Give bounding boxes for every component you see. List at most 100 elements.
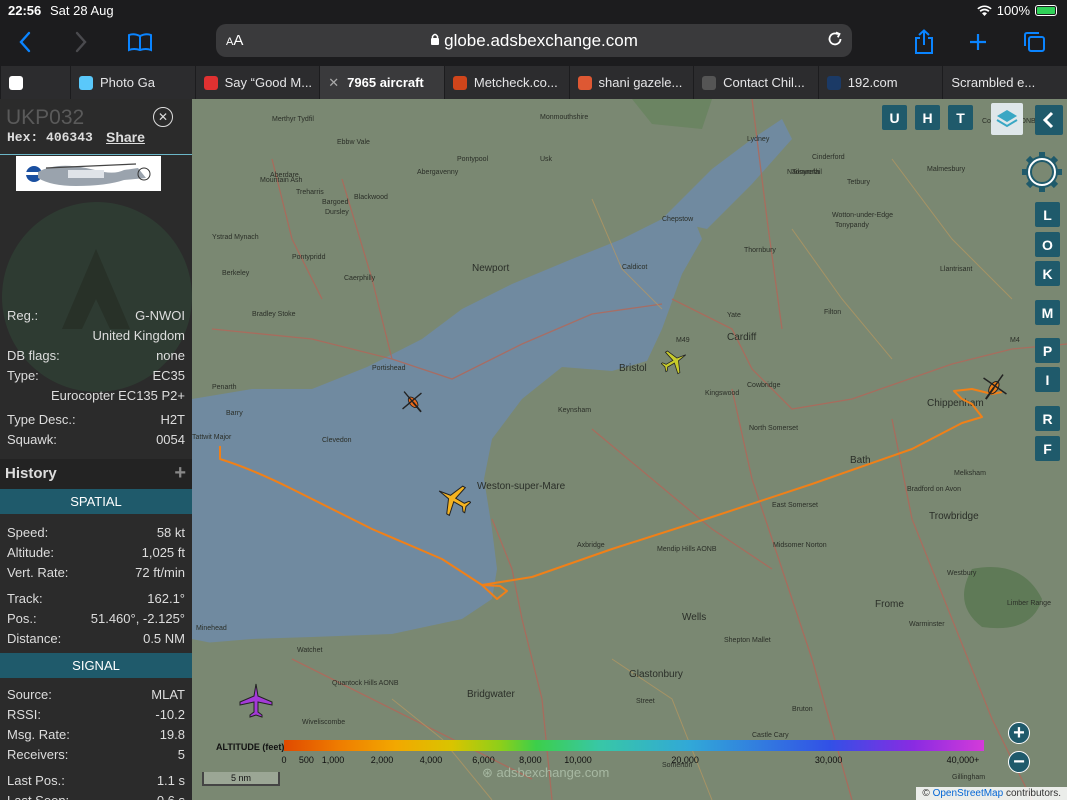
map-place-label: Quantock Hills AONB (332, 680, 399, 687)
map-place-label: M49 (676, 337, 690, 344)
selected-helicopter-marker[interactable] (978, 369, 1012, 403)
browser-tab[interactable]: Scrambled e... (942, 66, 1067, 99)
forward-button[interactable] (66, 28, 96, 56)
hex-value: 406343 (46, 130, 93, 145)
map-toggle-f[interactable]: F (1035, 436, 1060, 461)
map-place-label: Lydney (747, 136, 770, 143)
altitude-tick-label: 1,000 (321, 755, 345, 765)
map-place-label: M4 (1010, 337, 1020, 344)
info-value: H2T (160, 412, 185, 427)
url-display[interactable]: globe.adsbexchange.com (216, 31, 852, 51)
aircraft-photo[interactable] (16, 156, 161, 191)
map-toggle-h[interactable]: H (915, 105, 940, 130)
info-key: Type Desc.: (7, 412, 76, 427)
map-toggle-r[interactable]: R (1035, 406, 1060, 431)
address-bar[interactable]: AA globe.adsbexchange.com (216, 24, 852, 57)
info-row: Speed: 58 kt (0, 522, 192, 542)
openstreetmap-link[interactable]: OpenStreetMap (933, 788, 1004, 799)
brand-text: adsbexchange.com (496, 765, 610, 780)
info-value: 5 (177, 747, 185, 762)
status-bar: 22:56 Sat 28 Aug 100% (0, 0, 1067, 20)
close-panel-button[interactable]: ✕ (153, 107, 173, 127)
share-page-button[interactable] (909, 28, 939, 56)
aircraft-info-panel: UKP032 Hex: 406343 Share ✕ Reg.: G-NWOI Un… (0, 99, 192, 800)
browser-tab[interactable]: Photo Ga (70, 66, 195, 99)
bookmarks-button[interactable] (125, 28, 155, 56)
info-value: 1,025 ft (141, 545, 185, 560)
info-key: Squawk: (7, 432, 57, 447)
map-toggle-t[interactable]: T (948, 105, 973, 130)
browser-tab[interactable]: ✕ 7965 aircraft (319, 66, 444, 99)
map-toggle-o[interactable]: O (1035, 232, 1060, 257)
browser-tab[interactable]: Metcheck.co... (443, 66, 569, 99)
info-key: Speed: (7, 525, 49, 540)
map-attribution: © OpenStreetMap contributors. (916, 787, 1067, 800)
aircraft-marker[interactable] (661, 347, 689, 375)
map-place-label: East Somerset (772, 502, 818, 509)
info-value: 162.1° (147, 591, 185, 606)
browser-tab[interactable]: Contact Chil... (693, 66, 818, 99)
map-place-label: Axbridge (577, 542, 605, 549)
map-place-label: Treharris (296, 189, 324, 196)
info-row: Vert. Rate: 72 ft/min (0, 562, 192, 582)
browser-tab[interactable] (0, 66, 70, 99)
info-key: Last Seen: (7, 793, 69, 800)
map-place-label: Minehead (196, 625, 227, 632)
info-row: Reg.: G-NWOI (0, 305, 192, 325)
info-value: EC35 (152, 368, 185, 383)
map-view[interactable]: Merthyr Tydfil Ebbw Vale Abergavenny Pontyp… (192, 99, 1067, 800)
altitude-tick-label: 30,000 (814, 755, 843, 765)
map-place-label: Frome (875, 599, 904, 610)
map-toggle-m[interactable]: M (1035, 300, 1060, 325)
c-icon (702, 75, 717, 90)
info-key: Track: (7, 591, 43, 606)
map-place-label: Watchet (297, 647, 322, 654)
map-place-label: Melksham (954, 470, 986, 477)
back-button[interactable] (10, 28, 40, 56)
scale-bar: 5 nm (202, 772, 280, 786)
metcheck-icon (452, 75, 467, 90)
map-toggle-p[interactable]: P (1035, 338, 1060, 363)
layers-button[interactable] (991, 103, 1023, 135)
browser-tab[interactable]: Say “Good M... (194, 66, 320, 99)
map-place-label: Clevedon (322, 437, 352, 444)
info-key: Distance: (7, 631, 62, 646)
collapse-panel-button[interactable] (1035, 105, 1063, 135)
info-value: 19.8 (159, 727, 185, 742)
map-place-label: Cowbridge (747, 382, 781, 389)
expand-plus-icon[interactable]: + (174, 462, 186, 485)
history-header[interactable]: History + (0, 459, 192, 489)
map-toggle-k[interactable]: K (1035, 261, 1060, 286)
map-place-label: Abergavenny (417, 169, 459, 176)
lock-icon (430, 31, 440, 51)
map-toggle-u[interactable]: U (882, 105, 907, 130)
settings-gear-icon[interactable] (1019, 149, 1065, 195)
helicopter-marker[interactable] (397, 386, 427, 416)
info-row: Msg. Rate: 19.8 (0, 724, 192, 744)
map-place-label: Tetbury (847, 179, 870, 186)
map-place-label: Castle Cary (752, 732, 789, 739)
share-link[interactable]: Share (106, 129, 145, 145)
tabs-overview-button[interactable] (1019, 28, 1049, 56)
map-toggle-l[interactable]: L (1035, 202, 1060, 227)
map-toggle-i[interactable]: I (1035, 367, 1060, 392)
duckduckgo-icon (577, 75, 592, 90)
aircraft-marker[interactable] (435, 481, 471, 517)
browser-tab[interactable]: shani gazele... (568, 66, 694, 99)
status-date: Sat 28 Aug (50, 3, 114, 18)
map-canvas[interactable]: Merthyr Tydfil Ebbw Vale Abergavenny Pontyp… (192, 99, 1067, 800)
info-value: G-NWOI (135, 308, 185, 323)
battery-percent: 100% (996, 3, 1030, 18)
info-row: RSSI: -10.2 (0, 704, 192, 724)
tab-label: Metcheck.co... (473, 75, 558, 90)
map-place-label: Bristol (619, 363, 647, 374)
reload-icon[interactable] (826, 30, 844, 53)
spatial-list: Speed: 58 kt Altitude: 1,025 ft Vert. Rate: 7… (0, 522, 192, 648)
map-place-label: Usk (540, 156, 553, 163)
map-place-label: North Somerset (749, 425, 798, 432)
close-tab-icon[interactable]: ✕ (328, 75, 339, 91)
new-tab-button[interactable] (963, 28, 993, 56)
aircraft-marker[interactable] (238, 682, 274, 718)
tab-label: shani gazele... (598, 75, 683, 90)
browser-tab[interactable]: 192.com (817, 66, 943, 99)
